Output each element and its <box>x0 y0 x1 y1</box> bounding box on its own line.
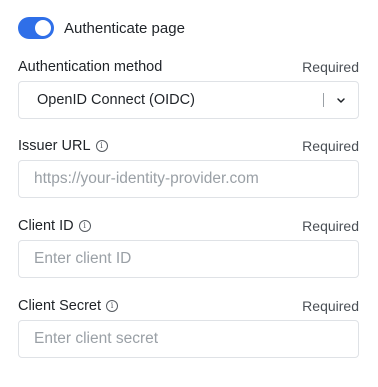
issuer-url-input[interactable] <box>34 170 343 188</box>
issuer-url-input-box <box>18 160 359 198</box>
chevron-down-icon[interactable] <box>324 97 358 104</box>
auth-method-select[interactable]: OpenID Connect (OIDC) <box>18 81 359 119</box>
issuer-url-label-text: Issuer URL <box>18 138 91 154</box>
client-id-required: Required <box>302 218 359 234</box>
authenticate-page-toggle[interactable] <box>18 17 54 39</box>
toggle-knob <box>35 20 51 36</box>
auth-method-label: Authentication method <box>18 59 162 75</box>
client-id-input-box <box>18 240 359 278</box>
authenticate-page-row: Authenticate page <box>18 17 185 39</box>
client-id-input[interactable] <box>34 250 343 268</box>
auth-method-required: Required <box>302 59 359 75</box>
client-id-field: Client ID i Required <box>18 216 359 278</box>
info-icon[interactable]: i <box>95 140 108 152</box>
client-secret-required: Required <box>302 298 359 314</box>
issuer-url-label: Issuer URL i <box>18 138 108 154</box>
issuer-url-field: Issuer URL i Required <box>18 136 359 198</box>
auth-method-label-text: Authentication method <box>18 59 163 75</box>
authenticate-page-label: Authenticate page <box>64 19 185 37</box>
client-id-label: Client ID i <box>18 218 91 234</box>
client-secret-label-text: Client Secret <box>18 298 102 314</box>
info-icon[interactable]: i <box>106 300 119 312</box>
client-id-label-text: Client ID <box>18 218 74 234</box>
auth-settings-panel: Authenticate page Authentication method … <box>0 0 378 387</box>
client-secret-field: Client Secret i Required <box>18 296 359 358</box>
issuer-url-required: Required <box>302 138 359 154</box>
client-secret-label: Client Secret i <box>18 298 119 314</box>
client-secret-input[interactable] <box>34 330 343 348</box>
client-secret-input-box <box>18 320 359 358</box>
auth-method-selected-value: OpenID Connect (OIDC) <box>37 92 195 108</box>
auth-method-field: Authentication method Required OpenID Co… <box>18 57 359 119</box>
info-icon[interactable]: i <box>78 220 91 232</box>
